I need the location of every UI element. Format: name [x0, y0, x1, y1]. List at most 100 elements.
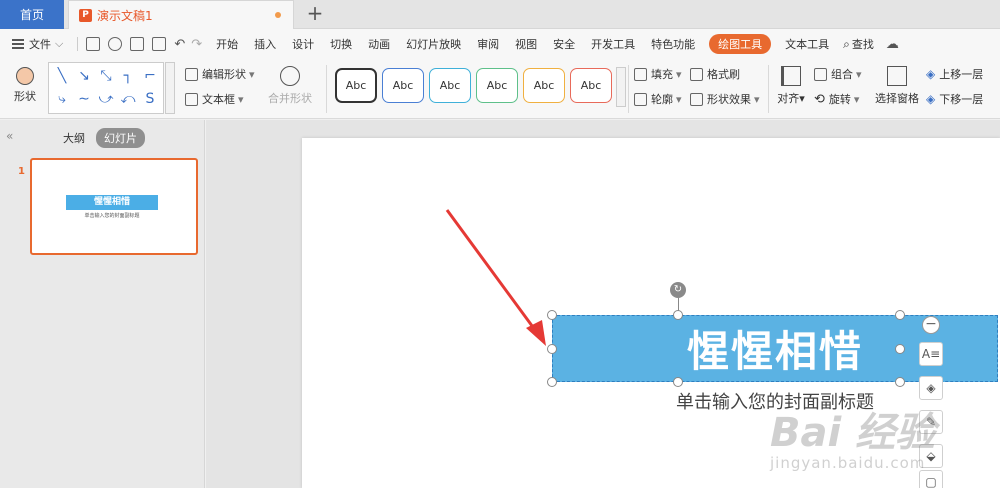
outline-icon — [634, 92, 647, 106]
slide-number: 1 — [18, 166, 25, 177]
resize-handle-bottom-right[interactable] — [895, 377, 905, 387]
rotate-button[interactable]: ⟲ 旋转 ▾ — [814, 91, 859, 107]
gallery-scrollbar[interactable] — [165, 62, 175, 114]
print-icon[interactable] — [130, 37, 145, 51]
text-layout-icon[interactable]: A≡ — [919, 342, 943, 366]
layers-icon[interactable]: ◈ — [919, 376, 943, 400]
tab-menu-1[interactable]: 插入 — [254, 36, 276, 52]
tab-menu-11[interactable]: 绘图工具 — [709, 34, 772, 54]
chevron-down-icon: ▾ — [676, 67, 682, 81]
curve-arrow-icon[interactable]: ⤻ — [96, 89, 116, 110]
shape-style-6[interactable]: Abc — [570, 68, 612, 103]
bring-forward-button[interactable]: ◈ 上移一层 — [926, 66, 983, 82]
tab-menu-0[interactable]: 开始 — [216, 36, 238, 52]
redo-icon[interactable]: ↷ — [191, 37, 202, 52]
tab-menu-7[interactable]: 视图 — [515, 36, 537, 52]
tab-menu-10[interactable]: 特色功能 — [651, 36, 695, 52]
tab-home[interactable]: 首页 — [0, 0, 64, 29]
chevron-down-icon: ▾ — [238, 92, 244, 106]
watermark-logo: Bai 经验 — [770, 410, 936, 456]
tab-menu-3[interactable]: 切换 — [330, 36, 352, 52]
curve-connector-icon[interactable]: ∼ — [74, 89, 94, 110]
send-backward-label: 下移一层 — [939, 93, 984, 106]
line-shape-gallery[interactable]: ╲ ↘ ⤡ ┐ ⌐ ⤷ ∼ ⤻ ⤺ S — [48, 62, 164, 114]
group-button[interactable]: 组合 ▾ — [814, 66, 862, 82]
fill-button[interactable]: 填充 ▾ — [634, 66, 682, 82]
resize-handle-top-right[interactable] — [895, 310, 905, 320]
edit-shape-label: 编辑形状 — [202, 68, 246, 81]
tab-menu-8[interactable]: 安全 — [553, 36, 575, 52]
shape-style-4[interactable]: Abc — [476, 68, 518, 103]
collapse-tools-icon[interactable]: − — [922, 316, 940, 334]
search-icon[interactable]: ⌕ — [843, 37, 850, 52]
shape-effects-button[interactable]: 形状效果 ▾ — [690, 91, 760, 107]
divider — [628, 65, 629, 113]
fill-label: 填充 — [651, 68, 673, 81]
divider — [326, 65, 327, 113]
resize-handle-top[interactable] — [673, 310, 683, 320]
text-box-button[interactable]: 文本框 ▾ — [185, 91, 244, 107]
unsaved-dot-icon — [275, 12, 281, 18]
outline-label: 轮廓 — [651, 93, 673, 106]
selection-pane-button[interactable]: 选择窗格 — [872, 59, 922, 119]
format-painter-label: 格式刷 — [707, 68, 740, 81]
format-painter-button[interactable]: 格式刷 — [690, 66, 740, 82]
rotate-handle-icon[interactable]: ↻ — [670, 282, 686, 298]
resize-handle-bottom-left[interactable] — [547, 377, 557, 387]
selection-pane-icon — [887, 66, 907, 86]
tab-menu-12[interactable]: 文本工具 — [785, 36, 829, 52]
rotate-icon: ⟲ — [814, 91, 825, 107]
resize-handle-right[interactable] — [895, 344, 905, 354]
collapse-pane-icon[interactable]: « — [6, 129, 13, 143]
tab-menu-6[interactable]: 审阅 — [477, 36, 499, 52]
border-icon[interactable]: ▢ — [919, 470, 943, 488]
shape-style-3[interactable]: Abc — [429, 68, 471, 103]
edit-shape-button[interactable]: 编辑形状 ▾ — [185, 66, 255, 82]
line-shape-icon[interactable]: ╲ — [52, 66, 72, 87]
layers-up-icon: ◈ — [926, 67, 936, 81]
fill-icon — [634, 67, 647, 81]
menu-tabs: 开始 插入 设计 切换 动画 幻灯片放映 审阅 视图 安全 开发工具 特色功能 绘图工具 文本工具 — [208, 34, 837, 54]
merge-shape-icon — [280, 66, 300, 86]
freeform-curve-icon[interactable]: S — [140, 89, 160, 110]
elbow-connector-icon[interactable]: ┐ — [118, 66, 138, 87]
tab-menu-5[interactable]: 幻灯片放映 — [406, 36, 461, 52]
curve-double-arrow-icon[interactable]: ⤺ — [118, 89, 138, 110]
arrow-shape-icon[interactable]: ↘ — [74, 66, 94, 87]
tab-menu-2[interactable]: 设计 — [292, 36, 314, 52]
new-tab-button[interactable]: + — [304, 3, 326, 25]
merge-shape-button[interactable]: 合并形状 — [260, 59, 320, 119]
shape-style-5[interactable]: Abc — [523, 68, 565, 103]
tab-menu-4[interactable]: 动画 — [368, 36, 390, 52]
preview-icon[interactable] — [152, 37, 167, 51]
elbow-double-arrow-icon[interactable]: ⤷ — [52, 89, 72, 110]
tab-slides[interactable]: 幻灯片 — [96, 128, 145, 148]
shape-style-2[interactable]: Abc — [382, 68, 424, 103]
save-icon[interactable] — [86, 37, 101, 51]
slide-thumbnail[interactable]: 惺惺相惜 单击输入您的封面副标题 — [30, 158, 198, 255]
align-button[interactable]: 对齐▾ — [774, 59, 808, 119]
style-gallery-scrollbar[interactable] — [616, 67, 626, 107]
send-backward-button[interactable]: ◈ 下移一层 — [926, 91, 983, 107]
double-arrow-shape-icon[interactable]: ⤡ — [96, 66, 116, 87]
document-title: 演示文稿1 — [97, 8, 153, 23]
resize-handle-bottom[interactable] — [673, 377, 683, 387]
shape-style-1[interactable]: Abc — [335, 68, 377, 103]
cloud-icon[interactable]: ☁ — [886, 37, 899, 52]
tab-document[interactable]: P 演示文稿1 — [68, 0, 294, 29]
export-icon[interactable] — [108, 37, 123, 51]
edit-shape-icon — [185, 67, 198, 81]
undo-icon[interactable]: ↶ — [174, 37, 185, 52]
tab-outline[interactable]: 大纲 — [63, 130, 85, 146]
shape-icon — [16, 67, 34, 85]
shape-label: 形状 — [14, 90, 36, 103]
shape-button[interactable]: 形状 — [8, 59, 42, 119]
merge-shape-label: 合并形状 — [268, 92, 312, 105]
hamburger-icon — [12, 39, 24, 49]
file-menu[interactable]: 文件 ⌵ — [12, 36, 63, 52]
outline-button[interactable]: 轮廓 ▾ — [634, 91, 682, 107]
tab-menu-9[interactable]: 开发工具 — [591, 36, 635, 52]
search-label[interactable]: 查找 — [852, 36, 874, 52]
elbow-arrow-icon[interactable]: ⌐ — [140, 66, 160, 87]
text-box-icon — [185, 92, 198, 106]
